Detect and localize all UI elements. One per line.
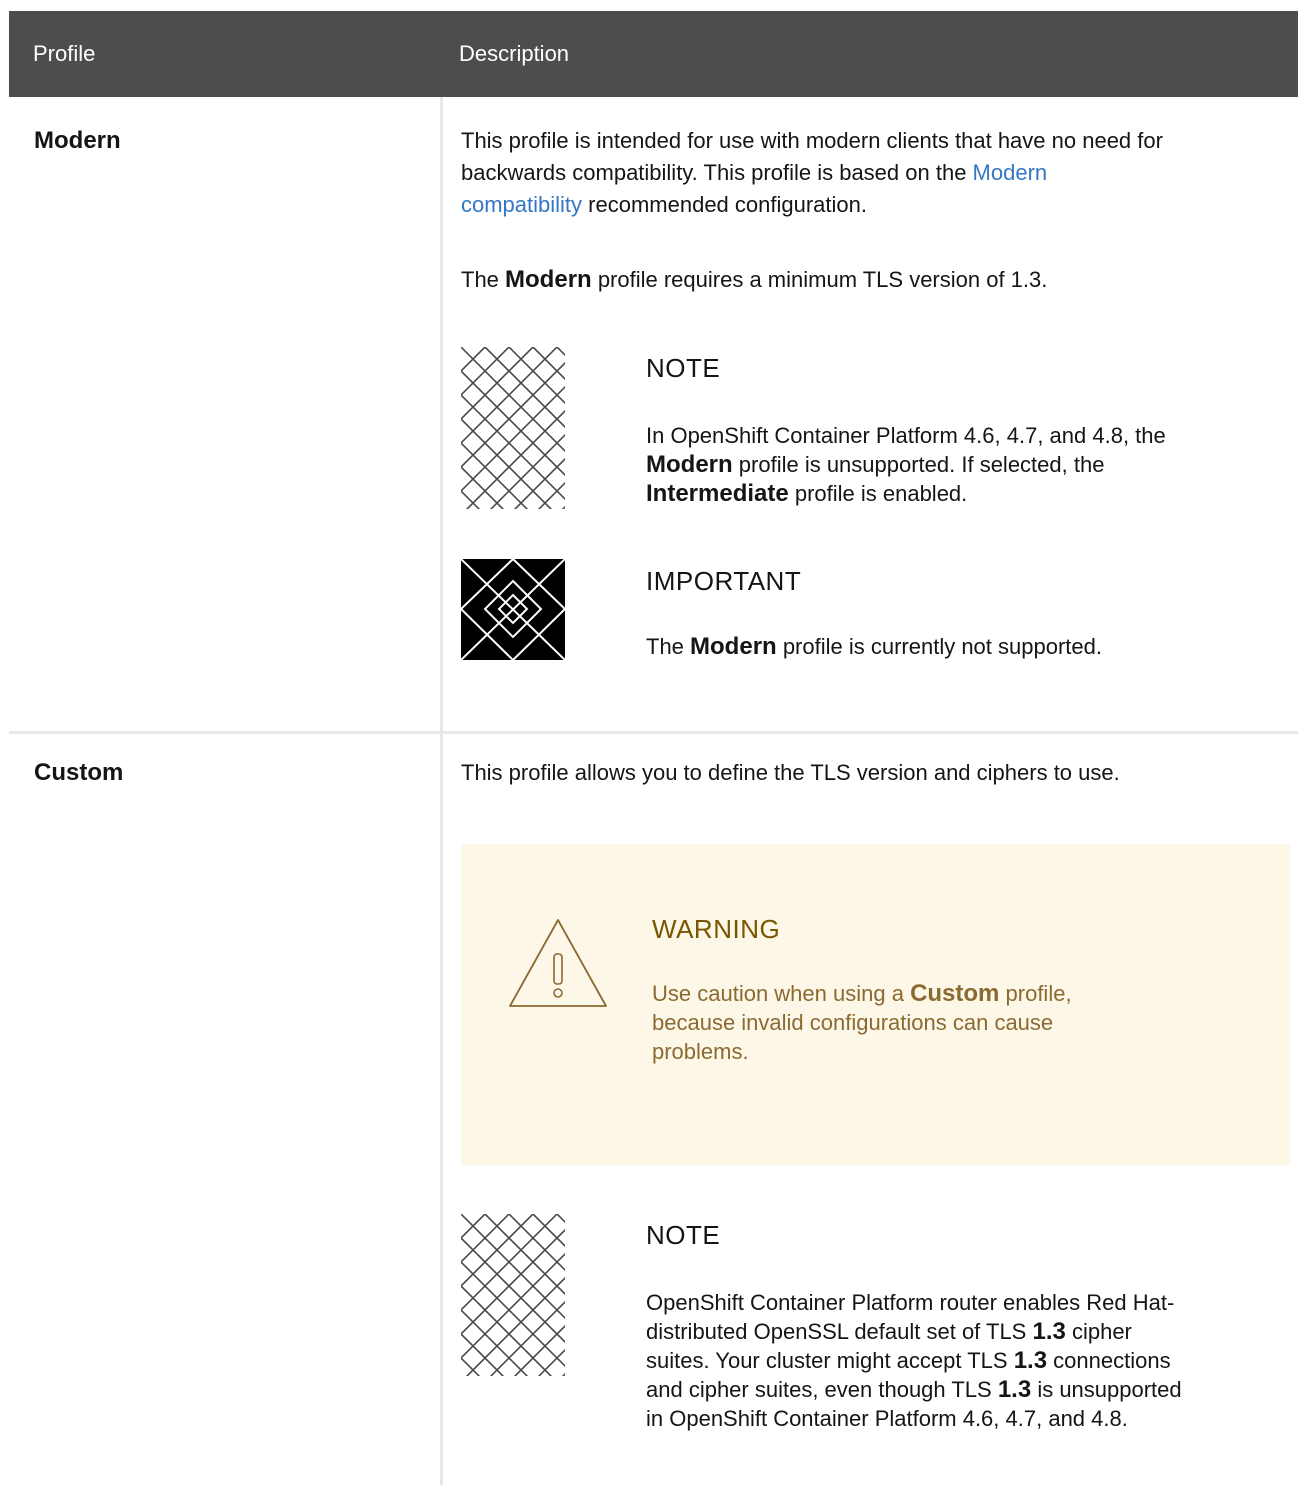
warning-box: WARNING Use caution when using a Custom … (461, 844, 1290, 1165)
note-icon (461, 1214, 565, 1376)
row-name-custom: Custom (34, 759, 124, 786)
custom-note-text: OpenShift Container Platform router enab… (646, 1290, 1182, 1431)
important-icon (461, 559, 565, 660)
warning-title: WARNING (652, 914, 781, 944)
important-title: IMPORTANT (646, 566, 802, 596)
warning-text: Use caution when using a Custom profile,… (652, 980, 1072, 1064)
row-name-modern: Modern (34, 127, 121, 154)
row-divider (9, 731, 1298, 734)
modern-intro-line3: compatibility recommended configuration. (461, 192, 867, 217)
column-header-description: Description (459, 41, 570, 66)
warning-triangle-icon (509, 919, 607, 1007)
note-icon (461, 347, 565, 509)
column-header-profile: Profile (33, 41, 96, 66)
important-text: The Modern profile is currently not supp… (646, 633, 1102, 660)
modern-compatibility-link[interactable]: Modern (973, 160, 1048, 185)
modern-note-text: In OpenShift Container Platform 4.6, 4.7… (646, 423, 1166, 507)
column-divider (440, 97, 443, 1485)
tls-profiles-table: Profile Description Modern This profile … (9, 11, 1298, 1485)
modern-intro: This profile is intended for use with mo… (461, 125, 1291, 221)
modern-intro-line1: This profile is intended for use with mo… (461, 128, 1163, 153)
custom-note-title: NOTE (646, 1220, 721, 1250)
custom-intro: This profile allows you to define the TL… (461, 760, 1120, 785)
modern-compatibility-link-cont[interactable]: compatibility (461, 192, 582, 217)
modern-note-title: NOTE (646, 353, 721, 383)
table-header: Profile Description (9, 11, 1298, 97)
modern-requirement: The Modern profile requires a minimum TL… (461, 266, 1048, 293)
modern-intro-line2: backwards compatibility. This profile is… (461, 160, 1048, 185)
